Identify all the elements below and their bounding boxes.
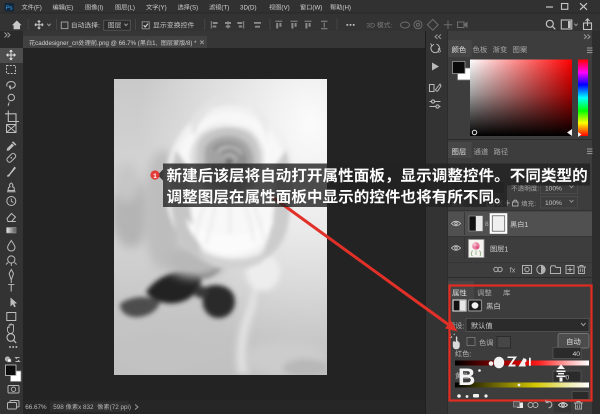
svg-text:(I): (I) [97, 4, 103, 11]
svg-text:(W): (W) [312, 4, 322, 11]
svg-text:5: 5 [438, 48, 442, 55]
svg-text:(H): (H) [342, 4, 351, 11]
svg-text:1: 1 [524, 220, 528, 229]
svg-text:(F): (F) [34, 4, 42, 11]
svg-text:T: T [8, 283, 15, 295]
svg-text:66.67%: 66.67% [25, 404, 47, 411]
svg-text:(E): (E) [65, 4, 73, 11]
svg-text:3D(D): 3D(D) [240, 4, 257, 11]
svg-text:0: 0 [566, 375, 570, 382]
svg-text:1,: 1, [152, 40, 157, 47]
svg-text:(S): (S) [190, 4, 198, 11]
svg-text::: : [462, 321, 464, 330]
svg-text:(L): (L) [127, 4, 135, 11]
svg-text:3D: 3D [366, 22, 375, 29]
svg-text:1: 1 [153, 173, 157, 180]
svg-text:(T): (T) [221, 4, 229, 11]
svg-text::: : [469, 349, 471, 358]
svg-text:8: 8 [485, 221, 489, 228]
svg-text::: : [537, 186, 539, 193]
svg-text:/8) *: /8) * [185, 40, 197, 47]
svg-text:1: 1 [504, 245, 508, 254]
svg-text:598: 598 [53, 404, 64, 411]
svg-text:(72 ppi): (72 ppi) [110, 404, 131, 411]
svg-text:caddesigner_cn: caddesigner_cn [35, 40, 79, 47]
svg-text:B: B [458, 364, 475, 391]
svg-text:fx: fx [510, 266, 516, 275]
svg-text:(Y): (Y) [158, 4, 166, 11]
svg-text:(V): (V) [281, 4, 289, 11]
svg-text::: : [534, 201, 536, 208]
svg-text:100%: 100% [545, 186, 562, 193]
svg-text:Ps: Ps [6, 6, 13, 12]
svg-text::: : [390, 22, 392, 29]
svg-text:.png @ 66.7% (: .png @ 66.7% ( [97, 40, 141, 47]
svg-text:40: 40 [573, 351, 581, 358]
svg-text:x 832: x 832 [78, 404, 94, 411]
svg-text:100%: 100% [545, 200, 562, 207]
svg-text::: : [98, 23, 100, 30]
